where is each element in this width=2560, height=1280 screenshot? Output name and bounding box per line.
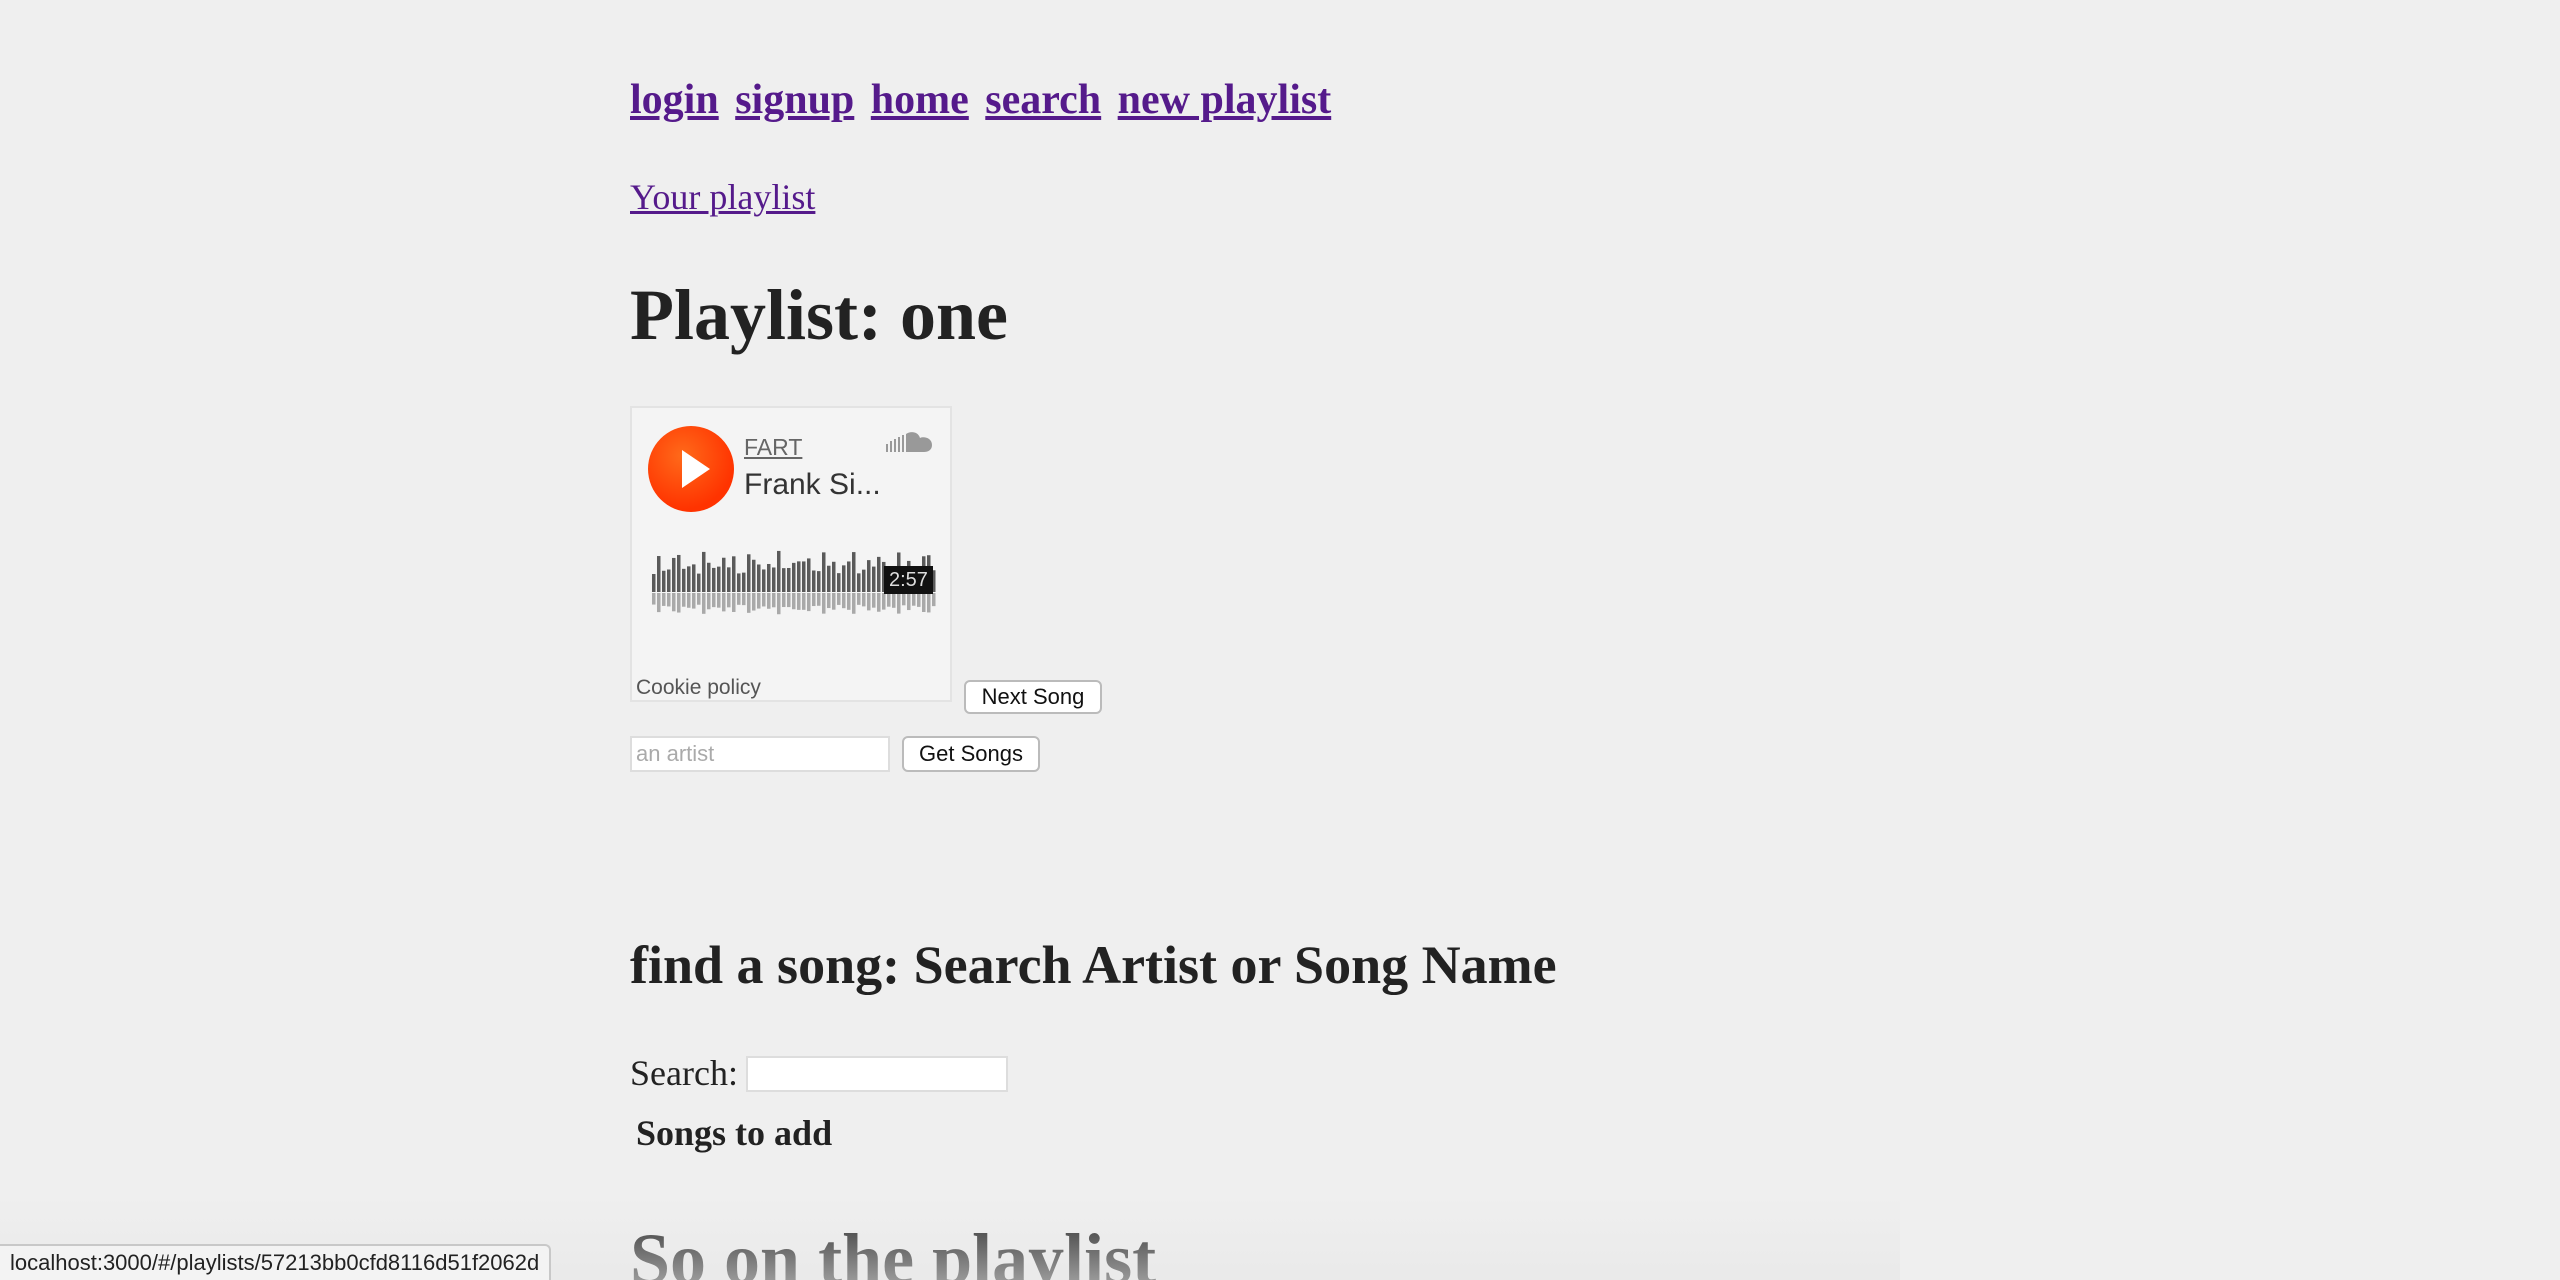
artist-input[interactable] [630,736,890,772]
nav-search-link[interactable]: search [985,77,1101,123]
get-songs-button[interactable]: Get Songs [902,736,1040,772]
soundcloud-icon[interactable] [886,430,934,454]
status-bar-url: localhost:3000/#/playlists/57213bb0cfd81… [0,1244,552,1280]
track-title[interactable]: Frank Si... [744,468,881,502]
next-song-button[interactable]: Next Song [964,680,1102,714]
main-content: login signup home search new playlist Yo… [630,0,2130,1280]
songs-to-add-heading: Songs to add [636,1113,833,1153]
nav-login-link[interactable]: login [630,77,719,123]
nav-home-link[interactable]: home [871,77,969,123]
soundcloud-player-widget: FART Frank Si... 2:57 Cookie policy [630,406,952,702]
find-song-heading: find a song: Search Artist or Song Name [630,935,1557,995]
search-label: Search: [630,1053,738,1093]
playlist-title: Playlist: one [630,275,1008,355]
nav-new-playlist-link[interactable]: new playlist [1118,77,1332,123]
nav-bar: login signup home search new playlist [630,70,1337,130]
track-user-link[interactable]: FART [744,434,802,461]
search-input[interactable] [746,1056,1008,1092]
your-playlist-link[interactable]: Your playlist [630,172,815,222]
nav-signup-link[interactable]: signup [735,77,854,123]
play-icon[interactable] [648,426,734,512]
playlist-songs-heading: So on the playlist [630,1219,1157,1280]
track-duration: 2:57 [884,566,933,594]
cookie-policy-link[interactable]: Cookie policy [636,676,761,700]
